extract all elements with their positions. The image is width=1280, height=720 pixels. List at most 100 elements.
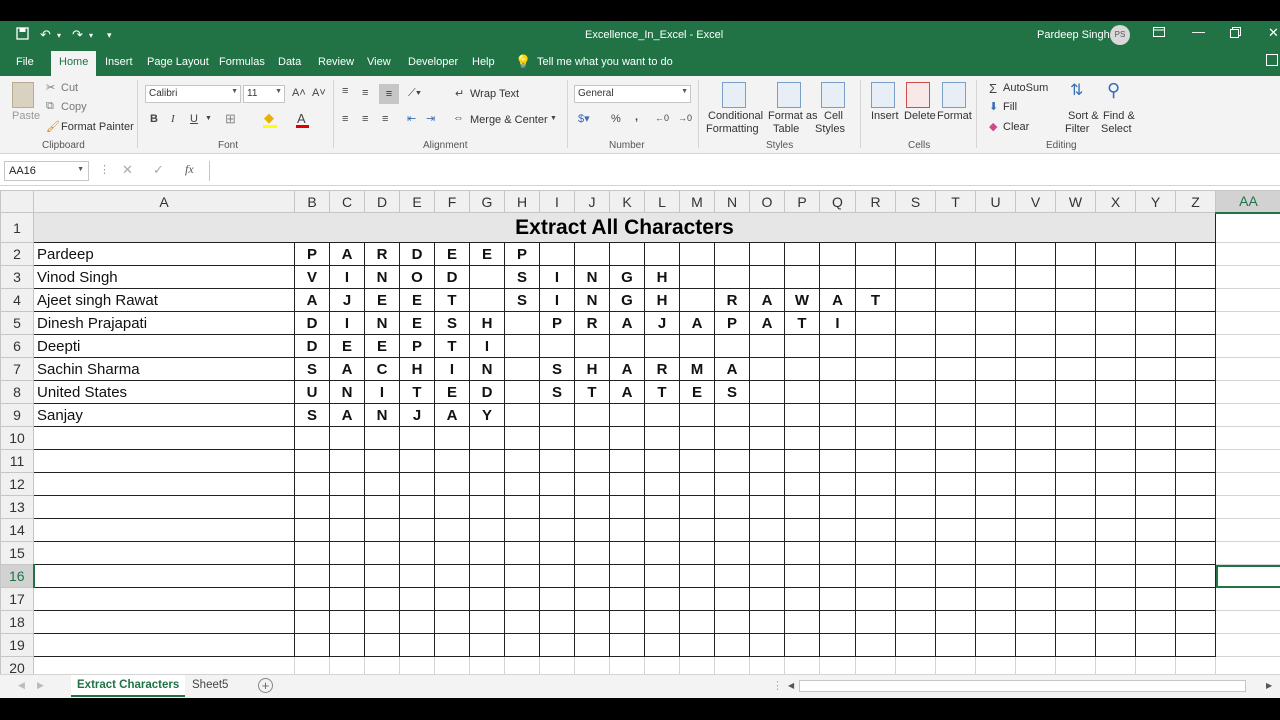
- cell-styles-icon[interactable]: [821, 82, 845, 108]
- cell[interactable]: [1215, 265, 1280, 289]
- char-cell[interactable]: [574, 587, 610, 611]
- char-cell[interactable]: [895, 541, 936, 565]
- format-cells-button[interactable]: Format: [937, 110, 972, 122]
- char-cell[interactable]: A: [749, 288, 785, 312]
- char-cell[interactable]: [504, 610, 540, 634]
- italic-button[interactable]: I: [171, 113, 175, 125]
- increase-decimal-icon[interactable]: ←0: [655, 113, 669, 123]
- column-header-x[interactable]: X: [1095, 190, 1136, 213]
- cell[interactable]: [1215, 587, 1280, 611]
- char-cell[interactable]: [644, 334, 680, 358]
- char-cell[interactable]: O: [399, 265, 435, 289]
- char-cell[interactable]: H: [644, 288, 680, 312]
- char-cell[interactable]: D: [469, 380, 505, 404]
- char-cell[interactable]: [975, 449, 1016, 473]
- char-cell[interactable]: [1135, 610, 1176, 634]
- char-cell[interactable]: [819, 426, 856, 450]
- char-cell[interactable]: [364, 587, 400, 611]
- format-as-table-label-1[interactable]: Format as: [768, 110, 818, 122]
- name-cell[interactable]: [33, 426, 295, 450]
- char-cell[interactable]: S: [539, 380, 575, 404]
- char-cell[interactable]: A: [294, 288, 330, 312]
- char-cell[interactable]: D: [399, 242, 435, 266]
- column-header-n[interactable]: N: [714, 190, 750, 213]
- char-cell[interactable]: [855, 449, 896, 473]
- char-cell[interactable]: N: [364, 265, 400, 289]
- char-cell[interactable]: A: [329, 357, 365, 381]
- tab-file[interactable]: File: [16, 56, 34, 68]
- char-cell[interactable]: [895, 357, 936, 381]
- char-cell[interactable]: [1175, 403, 1216, 427]
- char-cell[interactable]: [1015, 288, 1056, 312]
- char-cell[interactable]: S: [504, 265, 540, 289]
- row-header[interactable]: 15: [0, 541, 34, 565]
- name-cell[interactable]: [33, 564, 295, 588]
- char-cell[interactable]: [1175, 541, 1216, 565]
- char-cell[interactable]: [895, 449, 936, 473]
- char-cell[interactable]: [294, 587, 330, 611]
- char-cell[interactable]: [294, 564, 330, 588]
- char-cell[interactable]: [364, 426, 400, 450]
- char-cell[interactable]: [574, 403, 610, 427]
- align-middle-icon[interactable]: ≡: [362, 87, 368, 99]
- char-cell[interactable]: [1055, 449, 1096, 473]
- char-cell[interactable]: [714, 265, 750, 289]
- char-cell[interactable]: [1015, 610, 1056, 634]
- char-cell[interactable]: A: [749, 311, 785, 335]
- char-cell[interactable]: [609, 633, 645, 657]
- char-cell[interactable]: [855, 265, 896, 289]
- char-cell[interactable]: [855, 242, 896, 266]
- char-cell[interactable]: [1015, 518, 1056, 542]
- row-header[interactable]: 5: [0, 311, 34, 335]
- char-cell[interactable]: [1095, 334, 1136, 358]
- char-cell[interactable]: [1095, 610, 1136, 634]
- char-cell[interactable]: [935, 518, 976, 542]
- char-cell[interactable]: [975, 541, 1016, 565]
- char-cell[interactable]: H: [644, 265, 680, 289]
- find-select-label-1[interactable]: Find &: [1103, 110, 1135, 122]
- char-cell[interactable]: [855, 587, 896, 611]
- char-cell[interactable]: [644, 472, 680, 496]
- char-cell[interactable]: [1055, 242, 1096, 266]
- column-header-p[interactable]: P: [784, 190, 820, 213]
- char-cell[interactable]: [1015, 357, 1056, 381]
- char-cell[interactable]: D: [434, 265, 470, 289]
- char-cell[interactable]: [679, 426, 715, 450]
- char-cell[interactable]: [1055, 633, 1096, 657]
- char-cell[interactable]: [895, 495, 936, 519]
- row-header[interactable]: 12: [0, 472, 34, 496]
- cell[interactable]: [1215, 541, 1280, 565]
- char-cell[interactable]: [679, 288, 715, 312]
- char-cell[interactable]: [975, 495, 1016, 519]
- char-cell[interactable]: [1095, 564, 1136, 588]
- row-header[interactable]: 11: [0, 449, 34, 473]
- char-cell[interactable]: [975, 242, 1016, 266]
- char-cell[interactable]: G: [609, 265, 645, 289]
- char-cell[interactable]: [679, 564, 715, 588]
- char-cell[interactable]: E: [329, 334, 365, 358]
- char-cell[interactable]: [539, 633, 575, 657]
- char-cell[interactable]: [1095, 288, 1136, 312]
- char-cell[interactable]: [1015, 541, 1056, 565]
- column-header-b[interactable]: B: [294, 190, 330, 213]
- cancel-icon[interactable]: ✕: [122, 162, 133, 178]
- char-cell[interactable]: [895, 633, 936, 657]
- cell[interactable]: [1215, 610, 1280, 634]
- char-cell[interactable]: [935, 334, 976, 358]
- char-cell[interactable]: [784, 587, 820, 611]
- user-name[interactable]: Pardeep Singh: [1037, 29, 1110, 41]
- column-header-u[interactable]: U: [975, 190, 1016, 213]
- char-cell[interactable]: [329, 587, 365, 611]
- char-cell[interactable]: [935, 288, 976, 312]
- formula-input[interactable]: [209, 161, 1277, 181]
- char-cell[interactable]: [935, 633, 976, 657]
- char-cell[interactable]: [679, 587, 715, 611]
- char-cell[interactable]: I: [819, 311, 856, 335]
- char-cell[interactable]: [1175, 357, 1216, 381]
- char-cell[interactable]: [784, 380, 820, 404]
- column-header-q[interactable]: Q: [819, 190, 856, 213]
- char-cell[interactable]: [329, 449, 365, 473]
- prev-sheet-icon[interactable]: ◀: [18, 680, 25, 691]
- paste-icon[interactable]: [12, 82, 34, 108]
- char-cell[interactable]: [935, 242, 976, 266]
